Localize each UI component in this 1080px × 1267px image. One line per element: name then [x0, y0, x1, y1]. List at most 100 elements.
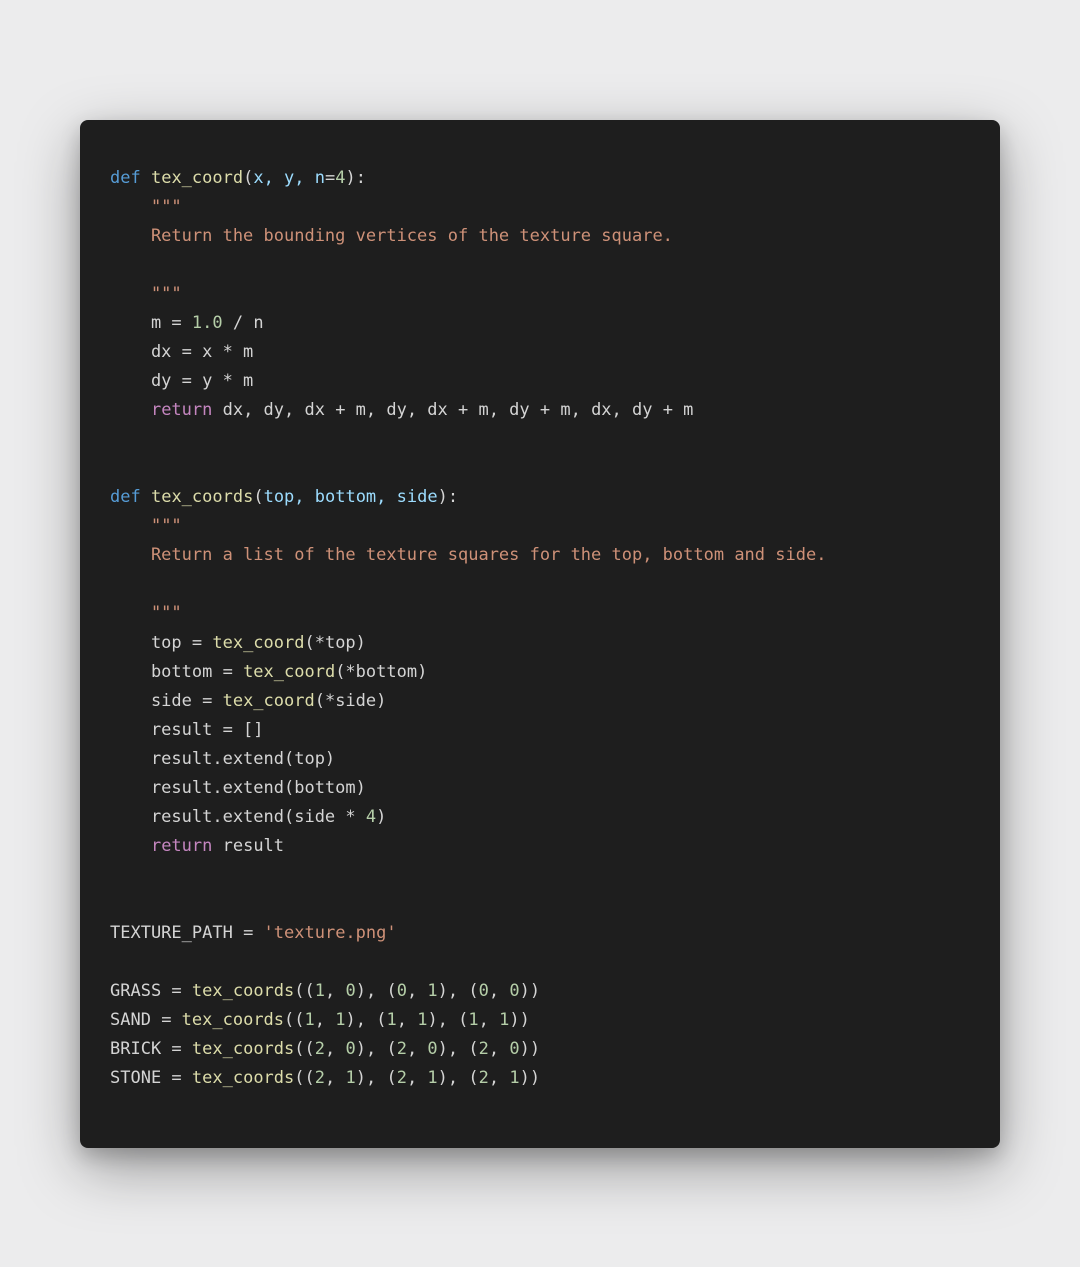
paren: ((: [294, 1068, 314, 1088]
code-text: result.extend(side *: [110, 807, 366, 827]
code-line: result.extend(top): [110, 749, 335, 769]
comma: ), (: [356, 1039, 397, 1059]
docstring-line: Return the bounding vertices of the text…: [110, 226, 673, 246]
number: 1: [499, 1010, 509, 1030]
equals: =: [161, 1068, 192, 1088]
number: 2: [315, 1039, 325, 1059]
number: 2: [315, 1068, 325, 1088]
equals: =: [233, 923, 264, 943]
equals: =: [151, 1010, 182, 1030]
number: 2: [479, 1068, 489, 1088]
comma: ,: [489, 981, 509, 1001]
number: 1: [345, 1068, 355, 1088]
comma: ), (: [438, 1039, 479, 1059]
function-name: tex_coords: [151, 487, 253, 507]
code-block: def tex_coord(x, y, n=4): """ Return the…: [80, 120, 1000, 1148]
constant-name: GRASS: [110, 981, 161, 1001]
number: 0: [345, 1039, 355, 1059]
code-line: result.extend(bottom): [110, 778, 366, 798]
number: 0: [397, 981, 407, 1001]
comma: ,: [325, 1068, 345, 1088]
constant-name: TEXTURE_PATH: [110, 923, 233, 943]
function-name: tex_coord: [151, 168, 243, 188]
keyword-def: def: [110, 168, 141, 188]
comma: ), (: [356, 1068, 397, 1088]
docstring-open: """: [151, 516, 182, 536]
code-text: bottom =: [110, 662, 243, 682]
code-text: top =: [110, 633, 212, 653]
function-call: tex_coords: [192, 981, 294, 1001]
number: 1: [335, 1010, 345, 1030]
function-call: tex_coords: [182, 1010, 284, 1030]
paren: )): [520, 1068, 540, 1088]
number: 1.0: [192, 313, 223, 333]
function-call: tex_coords: [192, 1068, 294, 1088]
code-line: result = []: [110, 720, 264, 740]
comma: ,: [407, 981, 427, 1001]
constant-name: SAND: [110, 1010, 151, 1030]
paren: )): [520, 1039, 540, 1059]
equals: =: [161, 1039, 192, 1059]
constant-name: STONE: [110, 1068, 161, 1088]
comma: ), (: [438, 981, 479, 1001]
number: 0: [479, 981, 489, 1001]
number: 1: [427, 981, 437, 1001]
paren: ((: [294, 1039, 314, 1059]
keyword-def: def: [110, 487, 141, 507]
code-text: (*side): [315, 691, 387, 711]
constant-name: BRICK: [110, 1039, 161, 1059]
number: 1: [305, 1010, 315, 1030]
default-value: 4: [335, 168, 345, 188]
code-line: dx = x * m: [110, 342, 253, 362]
comma: ), (: [346, 1010, 387, 1030]
number: 1: [427, 1068, 437, 1088]
indent: [110, 836, 151, 856]
docstring-line: Return a list of the texture squares for…: [110, 545, 826, 565]
comma: ,: [325, 1039, 345, 1059]
keyword-return: return: [151, 836, 212, 856]
docstring-close: """: [110, 284, 182, 304]
function-call: tex_coords: [192, 1039, 294, 1059]
number: 1: [468, 1010, 478, 1030]
code-text: (*bottom): [335, 662, 427, 682]
comma: ), (: [356, 981, 397, 1001]
code-line: m =: [110, 313, 192, 333]
comma: ,: [489, 1039, 509, 1059]
number: 0: [509, 1039, 519, 1059]
function-call: tex_coord: [212, 633, 304, 653]
paren: )): [509, 1010, 529, 1030]
comma: ,: [325, 981, 345, 1001]
string-literal: 'texture.png': [264, 923, 397, 943]
number: 2: [397, 1068, 407, 1088]
equals: =: [161, 981, 192, 1001]
number: 0: [345, 981, 355, 1001]
code-content: def tex_coord(x, y, n=4): """ Return the…: [110, 164, 970, 1094]
number: 1: [386, 1010, 396, 1030]
number: 2: [397, 1039, 407, 1059]
keyword-return: return: [151, 400, 212, 420]
params: top, bottom, side: [264, 487, 438, 507]
number: 0: [427, 1039, 437, 1059]
return-expr: dx, dy, dx + m, dy, dx + m, dy + m, dx, …: [212, 400, 693, 420]
number: 0: [509, 981, 519, 1001]
code-text: (*top): [304, 633, 365, 653]
function-call: tex_coord: [223, 691, 315, 711]
comma: ), (: [438, 1068, 479, 1088]
docstring-open: """: [151, 197, 182, 217]
number: 1: [509, 1068, 519, 1088]
function-call: tex_coord: [243, 662, 335, 682]
comma: ,: [315, 1010, 335, 1030]
paren: ((: [294, 981, 314, 1001]
comma: ,: [407, 1068, 427, 1088]
number: 2: [479, 1039, 489, 1059]
number: 1: [315, 981, 325, 1001]
comma: ), (: [427, 1010, 468, 1030]
comma: ,: [407, 1039, 427, 1059]
return-expr: result: [212, 836, 284, 856]
comma: ,: [489, 1068, 509, 1088]
code-text: / n: [223, 313, 264, 333]
comma: ,: [479, 1010, 499, 1030]
comma: ,: [397, 1010, 417, 1030]
number: 1: [417, 1010, 427, 1030]
code-text: ): [376, 807, 386, 827]
